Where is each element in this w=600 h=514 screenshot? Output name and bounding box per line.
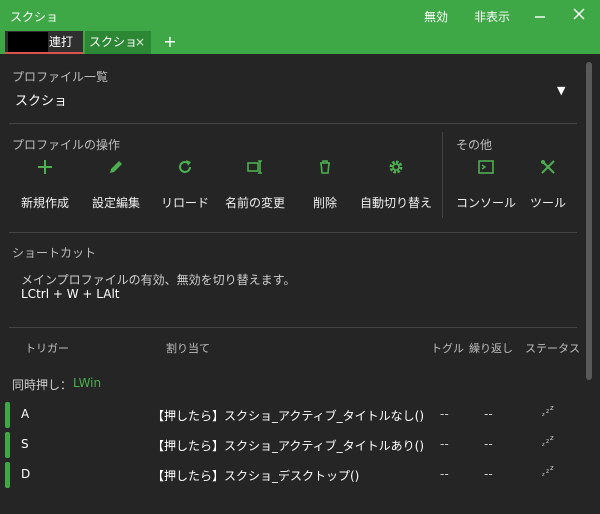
console-icon [456, 158, 516, 180]
action-label: コンソール [456, 196, 517, 210]
plus-icon [12, 158, 78, 180]
table-row[interactable]: A 【押したら】スクショ_アクティブ_タイトルなし() -- -- zzz [0, 402, 586, 428]
svg-text:z: z [542, 442, 545, 448]
title-bar: スクショ 無効 非表示 [0, 0, 600, 31]
sleep-icon: zzz [542, 404, 554, 418]
trash-icon [305, 158, 345, 180]
shortcut-description: メインプロファイルの有効、無効を切り替えます。 [21, 273, 296, 287]
row-trigger: D [21, 467, 31, 481]
row-trigger: S [21, 437, 29, 451]
reload-icon [160, 158, 210, 180]
profile-operations-label: プロファイルの操作 [12, 138, 121, 152]
svg-text:z: z [546, 408, 549, 415]
tools-icon [528, 158, 568, 180]
tab-label: 連打 [49, 35, 74, 49]
main-content: プロファイル一覧 スクショ ▼ プロファイルの操作 その他 新規作成 設定編集 … [0, 54, 600, 514]
add-tab-button[interactable]: + [160, 31, 180, 54]
action-label: ツール [529, 196, 566, 210]
chevron-down-icon[interactable]: ▼ [557, 84, 565, 97]
tab-label: スクショ [89, 35, 138, 49]
svg-text:z: z [546, 438, 549, 445]
simultaneous-label: 同時押し： [12, 378, 73, 392]
simultaneous-key: LWin [73, 376, 102, 390]
shortcut-label: ショートカット [12, 246, 97, 260]
svg-text:z: z [550, 464, 554, 472]
header-status: ステータス [525, 342, 580, 355]
tab-close-icon[interactable]: × [135, 31, 145, 53]
divider [442, 132, 443, 218]
row-repeat: -- [484, 437, 493, 451]
action-label: リロード [160, 196, 209, 210]
console-button[interactable]: コンソール [456, 158, 516, 218]
svg-text:z: z [550, 434, 554, 442]
action-label: 新規作成 [20, 196, 69, 210]
header-trigger: トリガー [25, 342, 69, 355]
svg-text:z: z [546, 468, 549, 475]
disable-button[interactable]: 無効 [424, 8, 448, 25]
action-label: 削除 [312, 196, 337, 210]
row-trigger: A [21, 407, 30, 421]
sleep-icon: zzz [542, 464, 554, 478]
svg-text:z: z [550, 404, 554, 412]
pencil-icon [84, 158, 148, 180]
divider [9, 327, 577, 328]
close-window-button[interactable] [567, 4, 591, 26]
table-row[interactable]: S 【押したら】スクショ_アクティブ_タイトルあり() -- -- zzz [0, 432, 586, 458]
header-toggle: トグル [431, 342, 464, 355]
header-repeat: 繰り返し [469, 342, 513, 355]
row-assign: 【押したら】スクショ_アクティブ_タイトルなし() [152, 409, 425, 423]
minimize-button[interactable] [528, 4, 552, 26]
auto-switch-button[interactable]: 自動切り替え [360, 158, 432, 218]
row-indicator [5, 462, 10, 488]
svg-text:z: z [542, 472, 545, 478]
row-repeat: -- [484, 467, 493, 481]
rename-button[interactable]: 名前の変更 [222, 158, 288, 218]
action-label: 設定編集 [91, 196, 140, 210]
svg-text:z: z [542, 412, 545, 418]
rename-icon [222, 158, 288, 180]
hide-button[interactable]: 非表示 [474, 8, 510, 25]
row-indicator [5, 432, 10, 458]
action-label: 自動切り替え [360, 196, 433, 210]
others-label: その他 [456, 138, 493, 152]
tab-sukusho[interactable]: スクショ × [85, 31, 151, 54]
sleep-icon: zzz [542, 434, 554, 448]
row-toggle: -- [440, 407, 449, 421]
row-assign: 【押したら】スクショ_アクティブ_タイトルあり() [152, 439, 425, 453]
window-title: スクショ [10, 10, 59, 24]
scrollbar[interactable] [586, 62, 592, 380]
row-repeat: -- [484, 407, 493, 421]
tools-button[interactable]: ツール [528, 158, 568, 218]
profile-select-value[interactable]: スクショ [15, 90, 67, 109]
row-indicator [5, 402, 10, 428]
table-row[interactable]: D 【押したら】スクショ_デスクトップ() -- -- zzz [0, 462, 586, 488]
shortcut-keys: LCtrl + W + LAlt [21, 287, 120, 301]
new-profile-button[interactable]: 新規作成 [12, 158, 78, 218]
divider [9, 232, 577, 233]
reload-button[interactable]: リロード [160, 158, 210, 218]
tab-bar: 連打 スクショ × + [0, 31, 600, 54]
row-toggle: -- [440, 467, 449, 481]
gear-icon [360, 158, 432, 180]
tab-renda[interactable]: 連打 [5, 31, 83, 54]
divider [9, 123, 577, 124]
row-assign: 【押したら】スクショ_デスクトップ() [152, 469, 360, 483]
redaction-block [8, 32, 48, 52]
edit-settings-button[interactable]: 設定編集 [84, 158, 148, 218]
profile-list-label: プロファイル一覧 [12, 70, 109, 84]
action-label: 名前の変更 [224, 196, 285, 210]
close-icon [573, 8, 585, 20]
row-toggle: -- [440, 437, 449, 451]
minimize-icon [535, 16, 545, 18]
delete-button[interactable]: 削除 [305, 158, 345, 218]
header-assign: 割り当て [166, 342, 210, 355]
